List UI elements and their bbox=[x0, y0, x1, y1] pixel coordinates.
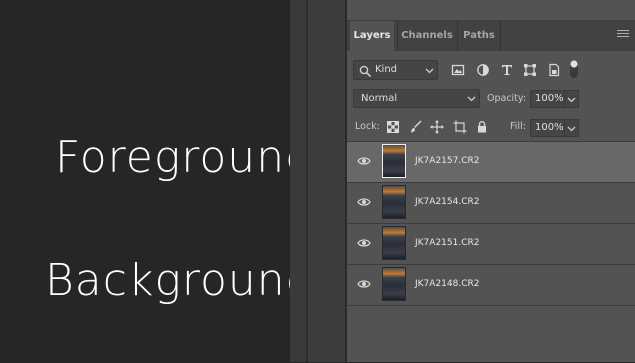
layer-thumbnail bbox=[382, 267, 406, 301]
canvas-scrollbar-area bbox=[290, 0, 306, 362]
image-filter-icon[interactable] bbox=[451, 63, 465, 77]
blend-row: Normal Opacity: 100% bbox=[347, 88, 635, 112]
layer-thumbnail bbox=[382, 185, 406, 219]
layer-row[interactable]: JK7A2157.CR2 bbox=[347, 142, 635, 183]
blend-mode-value: Normal bbox=[361, 93, 398, 104]
visibility-eye-icon[interactable] bbox=[357, 156, 371, 166]
visibility-eye-icon[interactable] bbox=[357, 238, 371, 248]
lock-row: Lock: Fill: 100% bbox=[347, 116, 635, 140]
filter-toggle-icon[interactable] bbox=[569, 59, 579, 79]
search-icon bbox=[359, 65, 372, 78]
lock-transparent-pixels-icon[interactable] bbox=[386, 120, 400, 134]
background-annotation: Background bbox=[45, 255, 315, 306]
lock-all-icon[interactable] bbox=[475, 120, 489, 134]
fill-dropdown[interactable] bbox=[564, 119, 579, 137]
lock-artboard-icon[interactable] bbox=[453, 120, 467, 134]
layer-filter-row: Kind bbox=[347, 58, 635, 84]
lock-image-pixels-icon[interactable] bbox=[409, 120, 423, 134]
foreground-annotation: Foreground bbox=[55, 132, 315, 183]
layer-thumbnail bbox=[382, 226, 406, 260]
visibility-eye-icon[interactable] bbox=[357, 197, 371, 207]
layers-panel: Layers Channels Paths Kind Normal Opacit… bbox=[347, 0, 635, 362]
type-filter-icon[interactable] bbox=[500, 63, 514, 77]
chevron-down-icon bbox=[425, 68, 434, 74]
chevron-down-icon bbox=[467, 96, 476, 102]
smart-object-filter-icon[interactable] bbox=[547, 63, 561, 77]
opacity-input[interactable]: 100% bbox=[530, 90, 565, 108]
layer-row[interactable]: JK7A2148.CR2 bbox=[347, 265, 635, 306]
collapsed-panel-strip bbox=[308, 0, 346, 362]
panel-menu-icon[interactable] bbox=[617, 30, 629, 42]
layer-name: JK7A2148.CR2 bbox=[415, 279, 480, 289]
tab-paths[interactable]: Paths bbox=[457, 21, 501, 51]
layers-list: JK7A2157.CR2 JK7A2154.CR2 JK7A2151.CR2 J… bbox=[347, 141, 635, 363]
fill-label: Fill: bbox=[510, 121, 526, 132]
lock-label: Lock: bbox=[355, 121, 380, 132]
tab-channels[interactable]: Channels bbox=[397, 21, 456, 51]
layer-name: JK7A2157.CR2 bbox=[415, 156, 480, 166]
panel-tabs: Layers Channels Paths bbox=[347, 21, 635, 51]
layer-row[interactable]: JK7A2151.CR2 bbox=[347, 224, 635, 265]
opacity-dropdown[interactable] bbox=[564, 90, 579, 108]
chevron-down-icon bbox=[567, 126, 576, 132]
fill-input[interactable]: 100% bbox=[530, 119, 565, 137]
tab-layers[interactable]: Layers bbox=[350, 21, 394, 51]
panel-header-strip bbox=[347, 0, 635, 21]
layer-name: JK7A2151.CR2 bbox=[415, 238, 480, 248]
shape-filter-icon[interactable] bbox=[523, 63, 537, 77]
blend-mode-select[interactable]: Normal bbox=[353, 89, 480, 108]
adjustment-filter-icon[interactable] bbox=[476, 63, 490, 77]
lock-position-icon[interactable] bbox=[430, 120, 444, 134]
filter-kind-select[interactable]: Kind bbox=[353, 60, 438, 80]
opacity-label: Opacity: bbox=[487, 93, 527, 104]
filter-kind-label: Kind bbox=[375, 64, 398, 75]
layer-row[interactable]: JK7A2154.CR2 bbox=[347, 183, 635, 224]
layer-thumbnail bbox=[382, 144, 406, 178]
layer-name: JK7A2154.CR2 bbox=[415, 197, 480, 207]
visibility-eye-icon[interactable] bbox=[357, 279, 371, 289]
chevron-down-icon bbox=[567, 97, 576, 103]
